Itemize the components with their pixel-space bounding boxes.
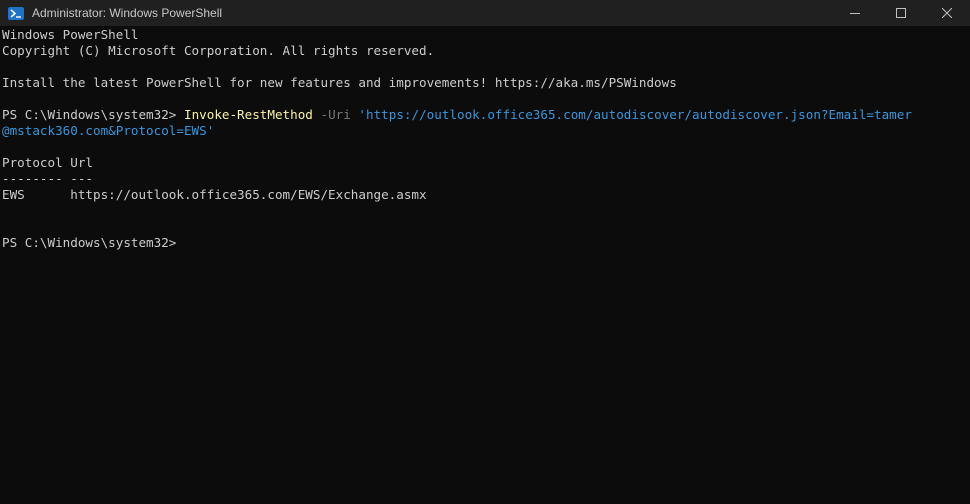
maximize-icon[interactable] [878,0,924,26]
minimize-icon[interactable] [832,0,878,26]
window-title: Administrator: Windows PowerShell [32,6,223,20]
prompt: PS C:\Windows\system32> [2,107,184,122]
powershell-icon [8,6,24,20]
notice-line: Install the latest PowerShell for new fe… [2,75,677,90]
parameter-name: -Uri [320,107,351,122]
console-output[interactable]: Windows PowerShell Copyright (C) Microso… [2,27,962,251]
command-line-wrap: @mstack360.com&Protocol=EWS' [2,123,962,139]
powershell-window: Administrator: Windows PowerShell Window… [0,0,970,504]
copyright-line: Copyright (C) Microsoft Corporation. All… [2,43,435,58]
title-bar[interactable]: Administrator: Windows PowerShell [0,0,970,26]
final-prompt[interactable]: PS C:\Windows\system32> [2,235,962,251]
output-separator-row: -------- --- [2,171,93,186]
scrollbar[interactable] [962,26,970,504]
command-line: PS C:\Windows\system32> Invoke-RestMetho… [2,107,962,123]
close-icon[interactable] [924,0,970,26]
output-row: EWS https://outlook.office365.com/EWS/Ex… [2,187,427,202]
cmdlet-name: Invoke-RestMethod [183,107,313,122]
header-line: Windows PowerShell [2,27,139,42]
uri-string: 'https://outlook.office365.com/autodisco… [358,107,912,122]
window-controls [832,0,970,26]
uri-string-continued: @mstack360.com&Protocol=EWS' [2,123,215,138]
output-header-row: Protocol Url [2,155,93,170]
